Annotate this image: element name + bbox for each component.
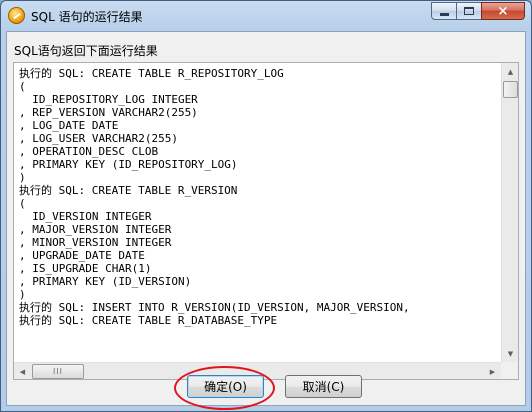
scrollbar-corner bbox=[501, 362, 518, 379]
minimize-icon bbox=[439, 12, 449, 16]
ok-button[interactable]: 确定(O) bbox=[187, 375, 264, 398]
title-bar[interactable]: SQL 语句的运行结果 × bbox=[1, 1, 531, 31]
sql-output-text: 执行的 SQL: CREATE TABLE R_REPOSITORY_LOG (… bbox=[19, 67, 410, 327]
scroll-right-arrow-icon[interactable]: ▶ bbox=[484, 363, 501, 380]
caption-buttons: × bbox=[431, 2, 525, 20]
app-icon bbox=[8, 7, 25, 24]
minimize-button[interactable] bbox=[431, 2, 457, 20]
window-title: SQL 语句的运行结果 bbox=[31, 10, 143, 24]
maximize-button[interactable] bbox=[456, 2, 482, 20]
vertical-scrollbar[interactable]: ▲ ▼ bbox=[501, 63, 518, 362]
scroll-down-arrow-icon[interactable]: ▼ bbox=[502, 345, 519, 362]
scroll-up-arrow-icon[interactable]: ▲ bbox=[502, 63, 519, 80]
dialog-window: SQL 语句的运行结果 × SQL语句返回下面运行结果 执行的 SQL: CRE… bbox=[0, 0, 532, 412]
vertical-scroll-thumb[interactable] bbox=[503, 81, 518, 98]
sql-output-textarea[interactable]: 执行的 SQL: CREATE TABLE R_REPOSITORY_LOG (… bbox=[13, 62, 519, 380]
result-label: SQL语句返回下面运行结果 bbox=[14, 44, 158, 58]
maximize-icon bbox=[464, 7, 474, 15]
close-icon: × bbox=[497, 3, 509, 19]
horizontal-scroll-thumb[interactable]: III bbox=[32, 364, 84, 379]
cancel-button[interactable]: 取消(C) bbox=[285, 375, 362, 398]
scroll-left-arrow-icon[interactable]: ◀ bbox=[14, 363, 31, 380]
dialog-body: SQL语句返回下面运行结果 执行的 SQL: CREATE TABLE R_RE… bbox=[6, 31, 526, 410]
close-button[interactable]: × bbox=[481, 2, 525, 20]
scroll-grip-icon: III bbox=[52, 367, 64, 376]
